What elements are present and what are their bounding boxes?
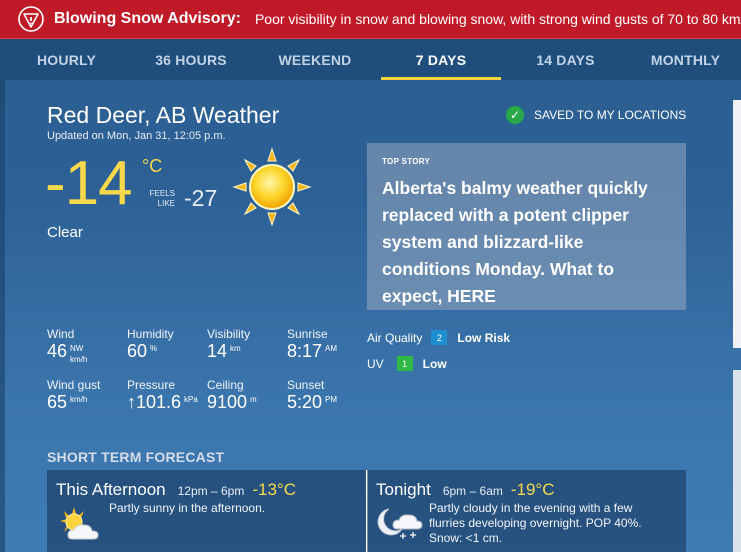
ceiling-unit: m — [250, 395, 257, 404]
wind-unit: NW km/h — [70, 344, 87, 364]
pressure-value-row: ↑101.6 kPa — [127, 392, 198, 413]
current-condition: Clear — [47, 224, 83, 241]
top-story-card[interactable]: TOP STORY Alberta's balmy weather quickl… — [367, 143, 686, 310]
tonight-description-line-2: flurries developing overnight. POP 40%. — [429, 516, 642, 530]
wind-label: Wind — [47, 327, 75, 341]
moon-flurries-icon — [377, 508, 423, 539]
tonight-period-name: Tonight — [376, 480, 431, 499]
forecast-tabs: HOURLY 36 HOURS WEEKEND 7 DAYS 14 DAYS M… — [0, 39, 741, 80]
air-quality-label: Air Quality — [367, 330, 423, 345]
tonight-description-line-3: Snow: <1 cm. — [429, 531, 503, 545]
visibility-value: 14 — [207, 341, 228, 361]
visibility-label: Visibility — [207, 327, 251, 341]
tonight-header: Tonight 6pm – 6am -19°C — [376, 480, 677, 500]
sunrise-unit: AM — [325, 344, 338, 353]
left-edge-rule — [0, 80, 5, 552]
current-temperature: -14 — [45, 149, 133, 218]
air-quality-index-badge: 2 — [431, 330, 448, 345]
feels-like-value: -27 — [184, 185, 218, 211]
tab-hourly[interactable]: HOURLY — [0, 39, 133, 80]
afternoon-header: This Afternoon 12pm – 6pm -13°C — [56, 480, 357, 500]
tonight-temperature: -19°C — [510, 480, 555, 499]
tonight-description-line-1: Partly cloudy in the evening with a few — [429, 501, 633, 515]
warning-triangle-icon — [18, 6, 44, 32]
saved-to-locations-button[interactable]: ✓ SAVED TO MY LOCATIONS — [506, 106, 686, 124]
afternoon-temperature: -13°C — [252, 480, 296, 499]
pressure-label: Pressure — [127, 378, 176, 392]
metric-ceiling: Ceiling 9100 m — [207, 378, 257, 413]
sunset-value: 5:20 — [287, 392, 323, 412]
tab-14-days[interactable]: 14 DAYS — [501, 39, 630, 80]
metric-wind-gust: Wind gust 65 km/h — [47, 378, 100, 413]
ceiling-value: 9100 — [207, 392, 248, 412]
air-quality-risk: Low Risk — [457, 330, 511, 345]
side-advertisement-lower[interactable] — [733, 370, 741, 552]
sunrise-value: 8:17 — [287, 341, 323, 361]
metric-sunrise: Sunrise 8:17 AM — [287, 327, 337, 362]
wind-value: 46 — [47, 341, 68, 361]
uv-index-badge: 1 — [396, 356, 413, 371]
uv-risk: Low — [422, 356, 447, 371]
air-quality-row[interactable]: Air Quality 2 Low Risk — [367, 330, 510, 345]
forecast-card-afternoon[interactable]: This Afternoon 12pm – 6pm -13°C Partly s… — [47, 470, 366, 552]
metric-sunset: Sunset 5:20 PM — [287, 378, 337, 413]
uv-row[interactable]: UV 1 Low — [367, 356, 447, 371]
tab-monthly[interactable]: MONTHLY — [630, 39, 741, 80]
metric-humidity: Humidity 60 % — [127, 327, 174, 362]
wind-value-row: 46 NW km/h — [47, 341, 87, 364]
wind-speed-unit: km/h — [70, 355, 88, 364]
metric-wind: Wind 46 NW km/h — [47, 327, 87, 364]
short-term-heading: SHORT TERM FORECAST — [47, 449, 225, 465]
humidity-label: Humidity — [127, 327, 174, 341]
sunrise-label: Sunrise — [287, 327, 328, 341]
wind-direction: NW — [70, 344, 84, 353]
wind-gust-label: Wind gust — [47, 378, 101, 392]
pressure-value: ↑101.6 — [127, 392, 182, 412]
wind-gust-unit: km/h — [70, 395, 88, 404]
wind-gust-value: 65 — [47, 392, 68, 412]
metric-pressure: Pressure ↑101.6 kPa — [127, 378, 198, 413]
humidity-value: 60 — [127, 341, 148, 361]
top-story-tag: TOP STORY — [382, 157, 431, 166]
side-advertisement[interactable] — [733, 100, 741, 348]
afternoon-time-range: 12pm – 6pm — [177, 484, 245, 498]
feels-label-line-2: LIKE — [157, 199, 175, 208]
tonight-description: Partly cloudy in the evening with a few … — [429, 501, 642, 546]
weather-alert-banner[interactable]: Blowing Snow Advisory: Poor visibility i… — [0, 0, 741, 39]
tab-36-hours[interactable]: 36 HOURS — [133, 39, 249, 80]
ceiling-label: Ceiling — [207, 378, 244, 392]
sunrise-value-row: 8:17 AM — [287, 341, 337, 362]
alert-title: Blowing Snow Advisory: — [54, 10, 241, 27]
afternoon-period-name: This Afternoon — [56, 480, 166, 499]
checkmark-icon: ✓ — [506, 106, 524, 124]
sunset-value-row: 5:20 PM — [287, 392, 337, 413]
tab-weekend[interactable]: WEEKEND — [249, 39, 381, 80]
metric-visibility: Visibility 14 km — [207, 327, 250, 362]
partly-sunny-icon — [60, 507, 99, 540]
updated-timestamp: Updated on Mon, Jan 31, 12:05 p.m. — [47, 130, 226, 142]
ceiling-value-row: 9100 m — [207, 392, 257, 413]
humidity-unit: % — [150, 344, 158, 353]
humidity-value-row: 60 % — [127, 341, 174, 362]
wind-gust-value-row: 65 km/h — [47, 392, 100, 413]
afternoon-description: Partly sunny in the afternoon. — [109, 501, 266, 515]
sunset-label: Sunset — [287, 378, 325, 392]
top-story-headline[interactable]: Alberta's balmy weather quickly replaced… — [382, 175, 671, 310]
uv-label: UV — [367, 356, 384, 371]
feels-like-label: FEELS LIKE — [147, 189, 175, 209]
sun-icon — [232, 147, 312, 227]
temperature-unit: °C — [142, 156, 163, 176]
saved-label: SAVED TO MY LOCATIONS — [534, 108, 687, 122]
visibility-unit: km — [230, 344, 241, 353]
alert-text: Poor visibility in snow and blowing snow… — [254, 11, 741, 27]
feels-label-line-1: FEELS — [149, 189, 175, 198]
sunset-unit: PM — [325, 395, 338, 404]
forecast-card-tonight[interactable]: Tonight 6pm – 6am -19°C Partly cloudy in… — [367, 470, 686, 552]
visibility-value-row: 14 km — [207, 341, 250, 362]
pressure-unit: kPa — [184, 395, 198, 404]
page-title: Red Deer, AB Weather — [47, 102, 280, 128]
tonight-time-range: 6pm – 6am — [442, 484, 503, 498]
tab-7-days[interactable]: 7 DAYS — [381, 39, 501, 80]
